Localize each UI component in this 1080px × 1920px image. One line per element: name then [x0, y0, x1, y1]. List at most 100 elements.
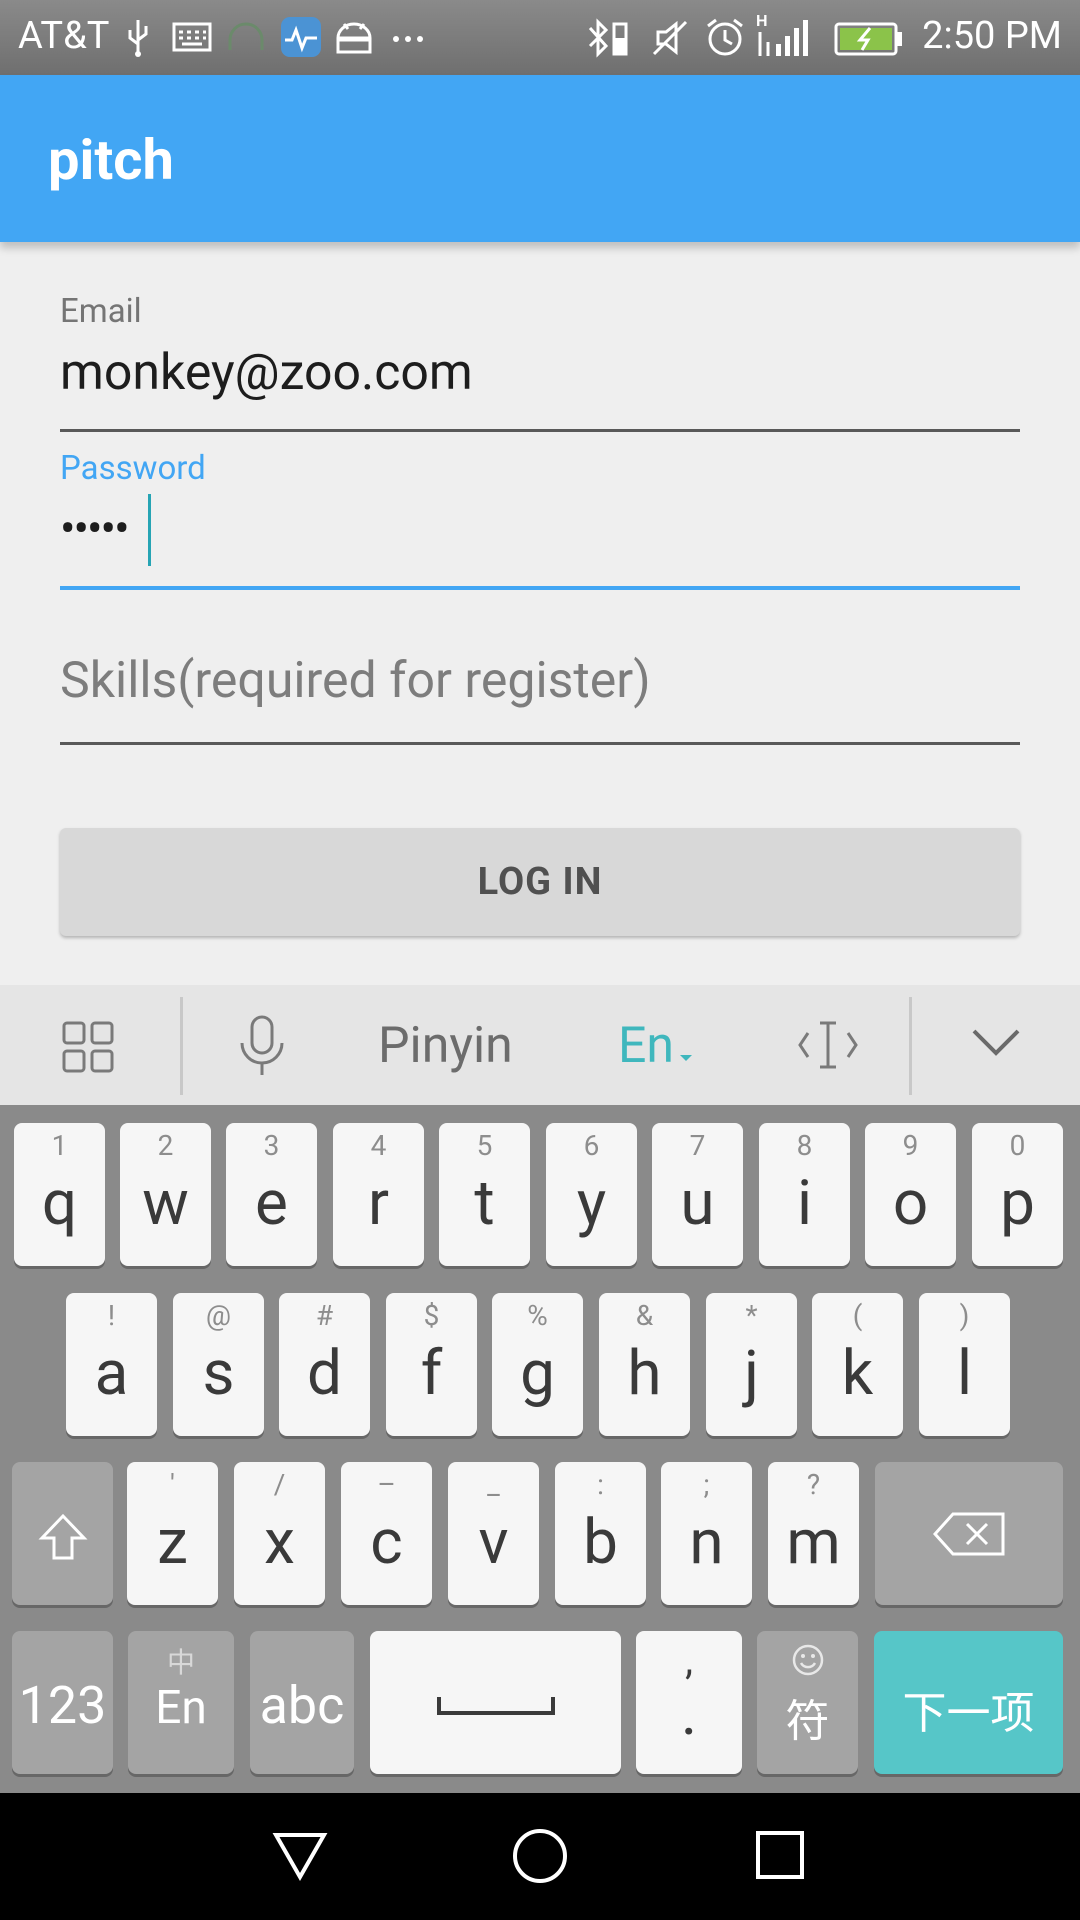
- key-z[interactable]: ' z: [127, 1462, 218, 1605]
- key-sub: @: [205, 1299, 232, 1332]
- app-title: pitch: [48, 127, 174, 193]
- key-label: k: [841, 1337, 874, 1410]
- key-label: u: [680, 1167, 715, 1240]
- key-sub: #: [315, 1299, 334, 1332]
- space-key[interactable]: [370, 1631, 621, 1774]
- key-s[interactable]: @ s: [173, 1293, 264, 1436]
- bluetooth-icon: [588, 18, 628, 58]
- key-p[interactable]: 0 p: [972, 1123, 1063, 1266]
- key-b[interactable]: : b: [555, 1462, 646, 1605]
- key-x[interactable]: / x: [234, 1462, 325, 1605]
- skills-placeholder: Skills(required for register): [60, 652, 651, 710]
- pinyin-option[interactable]: Pinyin: [378, 1017, 513, 1075]
- key-sub: (: [852, 1299, 863, 1332]
- period-key[interactable]: , .: [636, 1631, 742, 1774]
- health-app-icon: [281, 17, 321, 57]
- battery-icon: [834, 22, 902, 56]
- key-label: 符: [785, 1695, 830, 1747]
- key-sub: ;: [703, 1468, 710, 1501]
- key-label: v: [478, 1506, 509, 1579]
- key-label: s: [202, 1337, 235, 1410]
- key-label: i: [796, 1167, 813, 1240]
- status-bar: AT&T H 2:50 PM: [0, 0, 1080, 75]
- key-h[interactable]: & h: [599, 1293, 690, 1436]
- key-label: abc: [259, 1675, 345, 1736]
- key-label: j: [744, 1337, 759, 1410]
- key-y[interactable]: 6 y: [546, 1123, 637, 1266]
- recents-icon[interactable]: [754, 1829, 806, 1881]
- key-label: a: [94, 1337, 129, 1410]
- next-field-key[interactable]: 下一项: [874, 1631, 1063, 1774]
- key-sub: ?: [806, 1468, 821, 1501]
- key-sub: %: [527, 1299, 548, 1332]
- email-value: monkey@zoo.com: [60, 344, 473, 402]
- key-sub: &: [635, 1299, 654, 1332]
- key-sub: *: [745, 1299, 758, 1332]
- key-label: e: [255, 1167, 288, 1240]
- headset-icon: [228, 22, 264, 50]
- key-k[interactable]: ( k: [812, 1293, 903, 1436]
- skills-field[interactable]: Skills(required for register): [60, 640, 1020, 740]
- backspace-key[interactable]: [875, 1462, 1063, 1605]
- key-a[interactable]: ! a: [66, 1293, 157, 1436]
- symbols-key[interactable]: 符: [757, 1631, 858, 1774]
- key-label: l: [956, 1337, 973, 1410]
- key-label: x: [264, 1506, 295, 1579]
- key-sub: 0: [1009, 1129, 1026, 1162]
- key-l[interactable]: ) l: [919, 1293, 1010, 1436]
- key-label: 下一项: [902, 1687, 1035, 1739]
- key-i[interactable]: 8 i: [759, 1123, 850, 1266]
- key-w[interactable]: 2 w: [120, 1123, 211, 1266]
- key-label: n: [689, 1506, 724, 1579]
- email-field[interactable]: monkey@zoo.com: [60, 330, 1020, 430]
- password-value: •••••: [60, 502, 130, 556]
- key-label: m: [786, 1506, 841, 1579]
- key-label: r: [367, 1167, 389, 1240]
- app-bar: pitch: [0, 75, 1080, 242]
- numbers-key[interactable]: 123: [12, 1631, 113, 1774]
- microphone-icon[interactable]: [236, 1015, 288, 1077]
- key-m[interactable]: ? m: [768, 1462, 859, 1605]
- key-sub: 3: [263, 1129, 280, 1162]
- usb-icon: [128, 20, 148, 57]
- key-label: f: [420, 1337, 443, 1410]
- collapse-keyboard-icon[interactable]: [970, 1025, 1022, 1057]
- key-g[interactable]: % g: [492, 1293, 583, 1436]
- grid-icon[interactable]: [62, 1021, 114, 1073]
- key-v[interactable]: _ v: [448, 1462, 539, 1605]
- key-sub: /: [273, 1468, 286, 1501]
- key-sub: 5: [476, 1129, 493, 1162]
- key-f[interactable]: $ f: [386, 1293, 477, 1436]
- carrier-label: AT&T: [18, 14, 110, 58]
- key-o[interactable]: 9 o: [865, 1123, 956, 1266]
- language-key[interactable]: 中 En: [128, 1631, 234, 1774]
- key-d[interactable]: # d: [279, 1293, 370, 1436]
- password-field[interactable]: •••••: [60, 488, 1020, 588]
- key-e[interactable]: 3 e: [226, 1123, 317, 1266]
- key-sub: $: [423, 1299, 440, 1332]
- shift-key[interactable]: [12, 1462, 113, 1605]
- key-n[interactable]: ; n: [661, 1462, 752, 1605]
- key-label: w: [142, 1167, 189, 1240]
- key-r[interactable]: 4 r: [333, 1123, 424, 1266]
- key-q[interactable]: 1 q: [14, 1123, 105, 1266]
- login-button[interactable]: LOG IN: [60, 828, 1020, 936]
- key-sub: ': [170, 1468, 175, 1501]
- key-j[interactable]: * j: [706, 1293, 797, 1436]
- keyboard-icon: [172, 22, 212, 52]
- cursor-icon[interactable]: [796, 1015, 860, 1075]
- key-t[interactable]: 5 t: [439, 1123, 530, 1266]
- abc-key[interactable]: abc: [250, 1631, 354, 1774]
- key-label: En: [155, 1681, 207, 1735]
- key-label: p: [1000, 1167, 1035, 1240]
- key-label: b: [583, 1506, 618, 1579]
- home-icon[interactable]: [511, 1827, 569, 1885]
- key-label: d: [307, 1337, 342, 1410]
- back-icon[interactable]: [272, 1827, 328, 1883]
- key-u[interactable]: 7 u: [652, 1123, 743, 1266]
- key-c[interactable]: – c: [341, 1462, 432, 1605]
- english-option[interactable]: En: [618, 1017, 694, 1075]
- password-label: Password: [60, 449, 206, 488]
- key-sub: 6: [583, 1129, 600, 1162]
- key-label: y: [576, 1167, 607, 1240]
